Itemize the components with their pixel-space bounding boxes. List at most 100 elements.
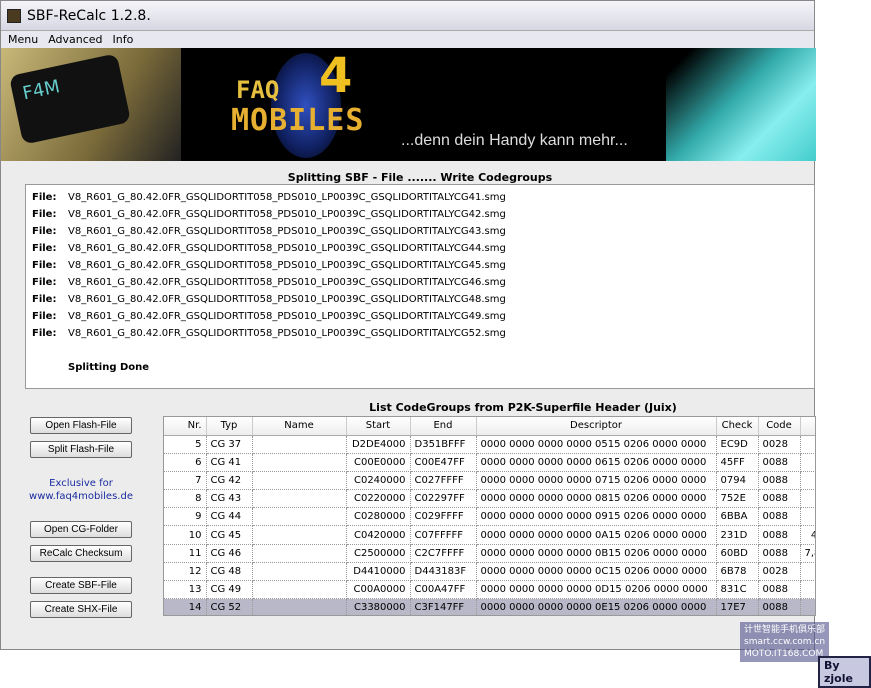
credit-badge: By zjole bbox=[818, 656, 871, 688]
keyboard-image bbox=[666, 48, 816, 161]
exclusive-line: Exclusive for bbox=[49, 478, 113, 489]
table-cell: C029FFFF bbox=[410, 507, 477, 527]
column-header[interactable]: End bbox=[410, 417, 477, 436]
create-sbf-button[interactable]: Create SBF-File bbox=[30, 577, 132, 594]
column-header[interactable]: Name bbox=[252, 417, 347, 436]
table-cell: 4,063, bbox=[800, 525, 815, 545]
file-label: File: bbox=[32, 226, 57, 237]
table-cell: C00E0000 bbox=[346, 453, 411, 472]
table-cell: C07FFFFF bbox=[410, 525, 477, 545]
log-row: File: V8_R601_G_80.42.0FR_GSQLIDORTIT058_… bbox=[32, 291, 808, 308]
table-cell: 11 bbox=[164, 544, 207, 563]
column-header[interactable]: Nr. bbox=[164, 417, 207, 436]
logo-four: 4 bbox=[319, 48, 353, 104]
table-cell: C3380000 bbox=[346, 598, 411, 615]
table-cell: 0000 0000 0000 0000 0515 0206 0000 0000 bbox=[476, 435, 717, 454]
column-header[interactable]: Start bbox=[346, 417, 411, 436]
table-cell: CG 42 bbox=[206, 471, 253, 491]
table-row[interactable]: 7 CG 42 C0240000 C027FFFF 0000 0000 0000 000… bbox=[164, 471, 815, 491]
table-row[interactable]: 11 CG 46 C2500000 C2C7FFFF 0000 0000 0000 00… bbox=[164, 544, 815, 563]
table-row[interactable]: 12 CG 48 D4410000 D443183F 0000 0000 0000 00… bbox=[164, 562, 815, 582]
table-cell bbox=[252, 562, 347, 582]
table-cell: CG 37 bbox=[206, 435, 253, 454]
table-cell: CG 43 bbox=[206, 489, 253, 509]
table-cell: 13 bbox=[164, 580, 207, 600]
column-header[interactable]: Typ bbox=[206, 417, 253, 436]
table-cell: C00E47FF bbox=[410, 453, 477, 472]
table-cell: 14 bbox=[164, 598, 207, 615]
menu-info[interactable]: Info bbox=[113, 33, 134, 46]
table-cell: 6BBA bbox=[716, 507, 759, 527]
column-header[interactable]: Check bbox=[716, 417, 759, 436]
menu-menu[interactable]: Menu bbox=[8, 33, 38, 46]
table-cell: C2C7FFFF bbox=[410, 544, 477, 563]
split-flash-button[interactable]: Split Flash-File bbox=[30, 441, 132, 458]
table-cell: 0000 0000 0000 0000 0915 0206 0000 0000 bbox=[476, 507, 717, 527]
recalc-checksum-button[interactable]: ReCalc Checksum bbox=[30, 545, 132, 562]
table-row[interactable]: 6 CG 41 C00E0000 C00E47FF 0000 0000 0000 000… bbox=[164, 453, 815, 472]
table-cell: 0000 0000 0000 0000 0A15 0206 0000 0000 bbox=[476, 525, 717, 545]
table-cell: 12 bbox=[164, 562, 207, 582]
file-label: File: bbox=[32, 192, 57, 203]
log-row: File: V8_R601_G_80.42.0FR_GSQLIDORTIT058_… bbox=[32, 325, 808, 342]
table-cell: EC9D bbox=[716, 435, 759, 454]
file-name: V8_R601_G_80.42.0FR_GSQLIDORTIT058_PDS01… bbox=[68, 192, 506, 203]
column-header[interactable]: Descriptor bbox=[476, 417, 717, 436]
file-name: V8_R601_G_80.42.0FR_GSQLIDORTIT058_PDS01… bbox=[68, 260, 506, 271]
exclusive-note: Exclusive for www.faq4mobiles.de bbox=[21, 477, 141, 503]
table-cell: C0240000 bbox=[346, 471, 411, 491]
log-title: Splitting SBF - File ....... Write Codeg… bbox=[287, 171, 553, 184]
watermark-line: MOTO.IT168.COM bbox=[744, 649, 824, 659]
title-bar: SBF-ReCalc 1.2.8. bbox=[1, 1, 814, 31]
file-label: File: bbox=[32, 243, 57, 254]
table-row[interactable]: 9 CG 44 C0280000 C029FFFF 0000 0000 0000 000… bbox=[164, 507, 815, 527]
table-cell bbox=[252, 598, 347, 615]
table-row[interactable]: 10 CG 45 C0420000 C07FFFFF 0000 0000 0000 00… bbox=[164, 525, 815, 545]
file-label: File: bbox=[32, 311, 57, 322]
log-row: File: V8_R601_G_80.42.0FR_GSQLIDORTIT058_… bbox=[32, 240, 808, 257]
log-row: File: V8_R601_G_80.42.0FR_GSQLIDORTIT058_… bbox=[32, 189, 808, 206]
table-cell: D4410000 bbox=[346, 562, 411, 582]
table-cell: 0088 bbox=[758, 489, 801, 509]
column-header[interactable]: Code bbox=[758, 417, 801, 436]
table-cell: D351BFFF bbox=[410, 435, 477, 454]
table-cell: 13 bbox=[800, 562, 815, 582]
table-cell: 0000 0000 0000 0000 0815 0206 0000 0000 bbox=[476, 489, 717, 509]
table-row[interactable]: 14 CG 52 C3380000 C3F147FF 0000 0000 0000 00… bbox=[164, 598, 815, 615]
table-row[interactable]: 13 CG 49 C00A0000 C00A47FF 0000 0000 0000 00… bbox=[164, 580, 815, 600]
column-header[interactable] bbox=[800, 417, 815, 436]
open-cg-folder-button[interactable]: Open CG-Folder bbox=[30, 521, 132, 538]
app-window: SBF-ReCalc 1.2.8. Menu Advanced Info F4M… bbox=[0, 0, 816, 650]
table-cell: CG 49 bbox=[206, 580, 253, 600]
open-flash-button[interactable]: Open Flash-File bbox=[30, 417, 132, 434]
codegroups-table[interactable]: Nr. Typ Name Start End Descriptor Check Code 5 CG… bbox=[163, 416, 816, 616]
exclusive-url[interactable]: www.faq4mobiles.de bbox=[21, 490, 141, 503]
file-label: File: bbox=[32, 277, 57, 288]
watermark-line: 计世智能手机俱乐部 bbox=[744, 625, 826, 635]
table-cell: 8 bbox=[164, 489, 207, 509]
menu-advanced[interactable]: Advanced bbox=[48, 33, 102, 46]
log-row: File: V8_R601_G_80.42.0FR_GSQLIDORTIT058_… bbox=[32, 308, 808, 325]
file-name: V8_R601_G_80.42.0FR_GSQLIDORTIT058_PDS01… bbox=[68, 311, 506, 322]
table-row[interactable]: 5 CG 37 D2DE4000 D351BFFF 0000 0000 0000 000… bbox=[164, 435, 815, 454]
app-icon bbox=[7, 8, 21, 23]
table-cell: 231D bbox=[716, 525, 759, 545]
table-cell: C00A0000 bbox=[346, 580, 411, 600]
watermark-line: smart.ccw.com.cn bbox=[744, 637, 826, 647]
table-cell: 10 bbox=[164, 525, 207, 545]
table-cell: CG 48 bbox=[206, 562, 253, 582]
table-row[interactable]: 8 CG 43 C0220000 C02297FF 0000 0000 0000 000… bbox=[164, 489, 815, 509]
log-row: File: V8_R601_G_80.42.0FR_GSQLIDORTIT058_… bbox=[32, 257, 808, 274]
table-cell: 12 bbox=[800, 598, 815, 615]
window-title: SBF-ReCalc 1.2.8. bbox=[27, 7, 151, 24]
table-cell bbox=[252, 580, 347, 600]
banner-image: F4M FAQ 4 MOBILES ...denn dein Handy kan… bbox=[1, 48, 816, 161]
table-cell bbox=[252, 471, 347, 491]
create-shx-button[interactable]: Create SHX-File bbox=[30, 601, 132, 618]
file-label: File: bbox=[32, 260, 57, 271]
table-cell: 0088 bbox=[758, 580, 801, 600]
file-name: V8_R601_G_80.42.0FR_GSQLIDORTIT058_PDS01… bbox=[68, 277, 506, 288]
table-cell: C027FFFF bbox=[410, 471, 477, 491]
table-cell: 6B78 bbox=[716, 562, 759, 582]
table-cell: CG 45 bbox=[206, 525, 253, 545]
